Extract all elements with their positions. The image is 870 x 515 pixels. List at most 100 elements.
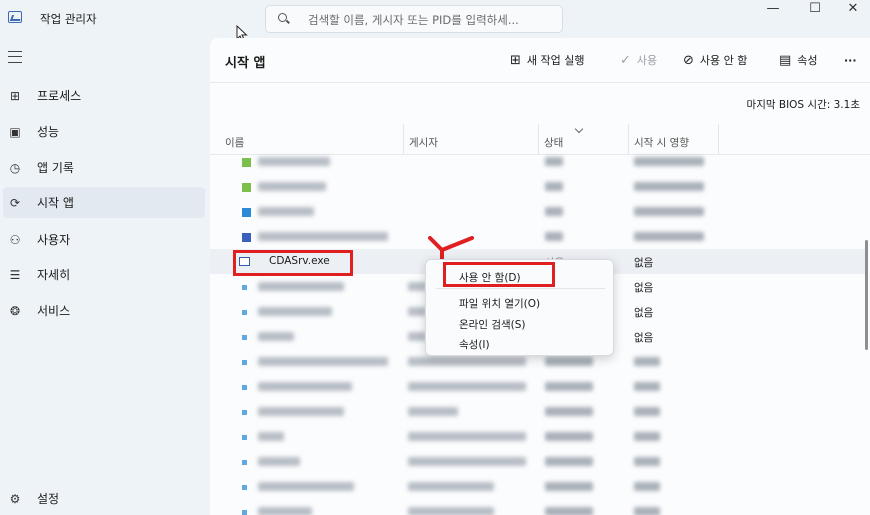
context-menu-label: 파일 위치 열기(O) — [459, 298, 541, 310]
sidebar-item-startup-apps[interactable]: ⟳ 시작 앱 — [3, 187, 205, 218]
properties-button[interactable]: ▤ 속성 — [779, 50, 818, 70]
redacted-app-name — [258, 432, 284, 441]
sidebar-item-settings[interactable]: ⚙ 설정 — [0, 483, 205, 514]
sidebar-item-services[interactable]: ❂ 서비스 — [0, 295, 205, 326]
users-icon: ⚇ — [9, 232, 21, 247]
app-icon — [242, 360, 247, 365]
disable-button[interactable]: ⊘ 사용 안 함 — [683, 50, 747, 70]
redacted-status — [545, 232, 563, 241]
redacted-publisher — [408, 307, 426, 316]
redacted-status — [545, 357, 593, 366]
app-startup-impact: 없음 — [634, 307, 654, 319]
table-row[interactable] — [210, 199, 866, 224]
vertical-scrollbar[interactable] — [865, 240, 868, 350]
app-startup-impact: 없음 — [634, 282, 654, 294]
redacted-impact — [634, 482, 660, 491]
redacted-status — [545, 207, 563, 216]
hamburger-menu-icon[interactable] — [8, 51, 22, 63]
more-options-button[interactable]: ··· — [844, 50, 857, 70]
enable-button[interactable]: ✓ 사용 — [620, 50, 657, 70]
sidebar-item-label: 자세히 — [37, 268, 71, 282]
redacted-publisher — [408, 482, 494, 491]
column-header-status[interactable]: 상태 — [544, 135, 563, 150]
services-icon: ❂ — [9, 303, 21, 318]
sidebar-item-processes[interactable]: ⊞ 프로세스 — [0, 80, 205, 111]
app-startup-impact: 없음 — [634, 257, 654, 269]
sidebar-item-label: 프로세스 — [37, 89, 82, 103]
disable-label: 사용 안 함 — [699, 54, 748, 67]
search-input[interactable]: 검색할 이름, 게시자 또는 PID를 입력하세... — [265, 5, 563, 33]
redacted-publisher — [408, 432, 526, 441]
redacted-app-name — [258, 382, 352, 391]
redacted-app-name — [258, 182, 326, 191]
table-row[interactable] — [210, 474, 866, 499]
highlight-box-disable — [443, 262, 555, 287]
table-row[interactable] — [210, 399, 866, 424]
sidebar-item-label: 시작 앱 — [37, 196, 74, 210]
redacted-impact — [634, 407, 660, 416]
task-manager-logo-icon — [8, 11, 22, 23]
redacted-app-name — [258, 507, 312, 515]
sidebar-item-label: 서비스 — [37, 304, 71, 318]
app-icon — [242, 208, 251, 217]
redacted-app-name — [258, 207, 314, 216]
column-header-publisher[interactable]: 게시자 — [409, 135, 438, 150]
title-bar: 작업 관리자 검색할 이름, 게시자 또는 PID를 입력하세... — ☐ ✕ — [0, 0, 870, 42]
run-new-task-button[interactable]: ⊞ 새 작업 실행 — [510, 50, 585, 70]
redacted-status — [545, 457, 593, 466]
context-menu-search-online[interactable]: 온라인 검색(S) — [426, 313, 613, 333]
run-new-task-label: 새 작업 실행 — [526, 54, 585, 67]
run-new-task-icon: ⊞ — [510, 52, 521, 68]
column-header-startup-impact[interactable]: 시작 시 영향 — [634, 135, 689, 150]
context-menu-label: 속성(I) — [459, 339, 490, 351]
enable-label: 사용 — [636, 54, 658, 67]
maximize-button[interactable]: ☐ — [794, 0, 836, 20]
redacted-app-name — [258, 357, 388, 366]
context-menu-properties[interactable]: 속성(I) — [426, 333, 613, 353]
page-title: 시작 앱 — [225, 56, 266, 71]
redacted-app-name — [258, 407, 344, 416]
details-icon: ☰ — [9, 267, 21, 282]
sidebar-item-users[interactable]: ⚇ 사용자 — [0, 224, 205, 255]
minimize-button[interactable]: — — [752, 0, 794, 20]
startup-apps-icon: ⟳ — [9, 195, 21, 210]
app-startup-impact: 없음 — [634, 332, 654, 344]
table-row[interactable] — [210, 224, 866, 249]
context-menu-open-file-location[interactable]: 파일 위치 열기(O) — [426, 292, 613, 312]
redacted-app-name — [258, 482, 354, 491]
table-row[interactable] — [210, 449, 866, 474]
redacted-impact — [634, 157, 704, 166]
table-row[interactable] — [210, 149, 866, 174]
sidebar-item-app-history[interactable]: ◷ 앱 기록 — [0, 152, 205, 183]
sidebar-item-performance[interactable]: ▣ 성능 — [0, 116, 205, 147]
redacted-publisher — [408, 457, 526, 466]
redacted-status — [545, 382, 593, 391]
redacted-impact — [634, 382, 660, 391]
app-icon — [242, 158, 251, 167]
app-icon — [242, 233, 251, 242]
redacted-publisher — [408, 382, 526, 391]
performance-icon: ▣ — [9, 124, 21, 139]
table-row[interactable] — [210, 424, 866, 449]
app-icon — [242, 460, 247, 465]
checkmark-icon: ✓ — [620, 52, 631, 68]
redacted-impact — [634, 357, 660, 366]
redacted-impact — [634, 432, 660, 441]
search-icon — [278, 13, 287, 22]
app-icon — [242, 310, 247, 315]
table-row[interactable] — [210, 499, 866, 515]
settings-gear-icon: ⚙ — [9, 491, 21, 506]
disable-circle-icon: ⊘ — [683, 52, 694, 68]
redacted-status — [545, 157, 563, 166]
redacted-publisher — [408, 332, 426, 341]
column-header-name[interactable]: 이름 — [225, 135, 244, 150]
redacted-app-name — [258, 282, 344, 291]
redacted-app-name — [258, 332, 294, 341]
sidebar-item-label: 설정 — [37, 492, 60, 506]
table-row[interactable] — [210, 374, 866, 399]
sidebar-item-details[interactable]: ☰ 자세히 — [0, 259, 205, 290]
table-row[interactable] — [210, 174, 866, 199]
redacted-impact — [634, 507, 660, 515]
close-button[interactable]: ✕ — [832, 0, 870, 20]
redacted-app-name — [258, 232, 388, 241]
